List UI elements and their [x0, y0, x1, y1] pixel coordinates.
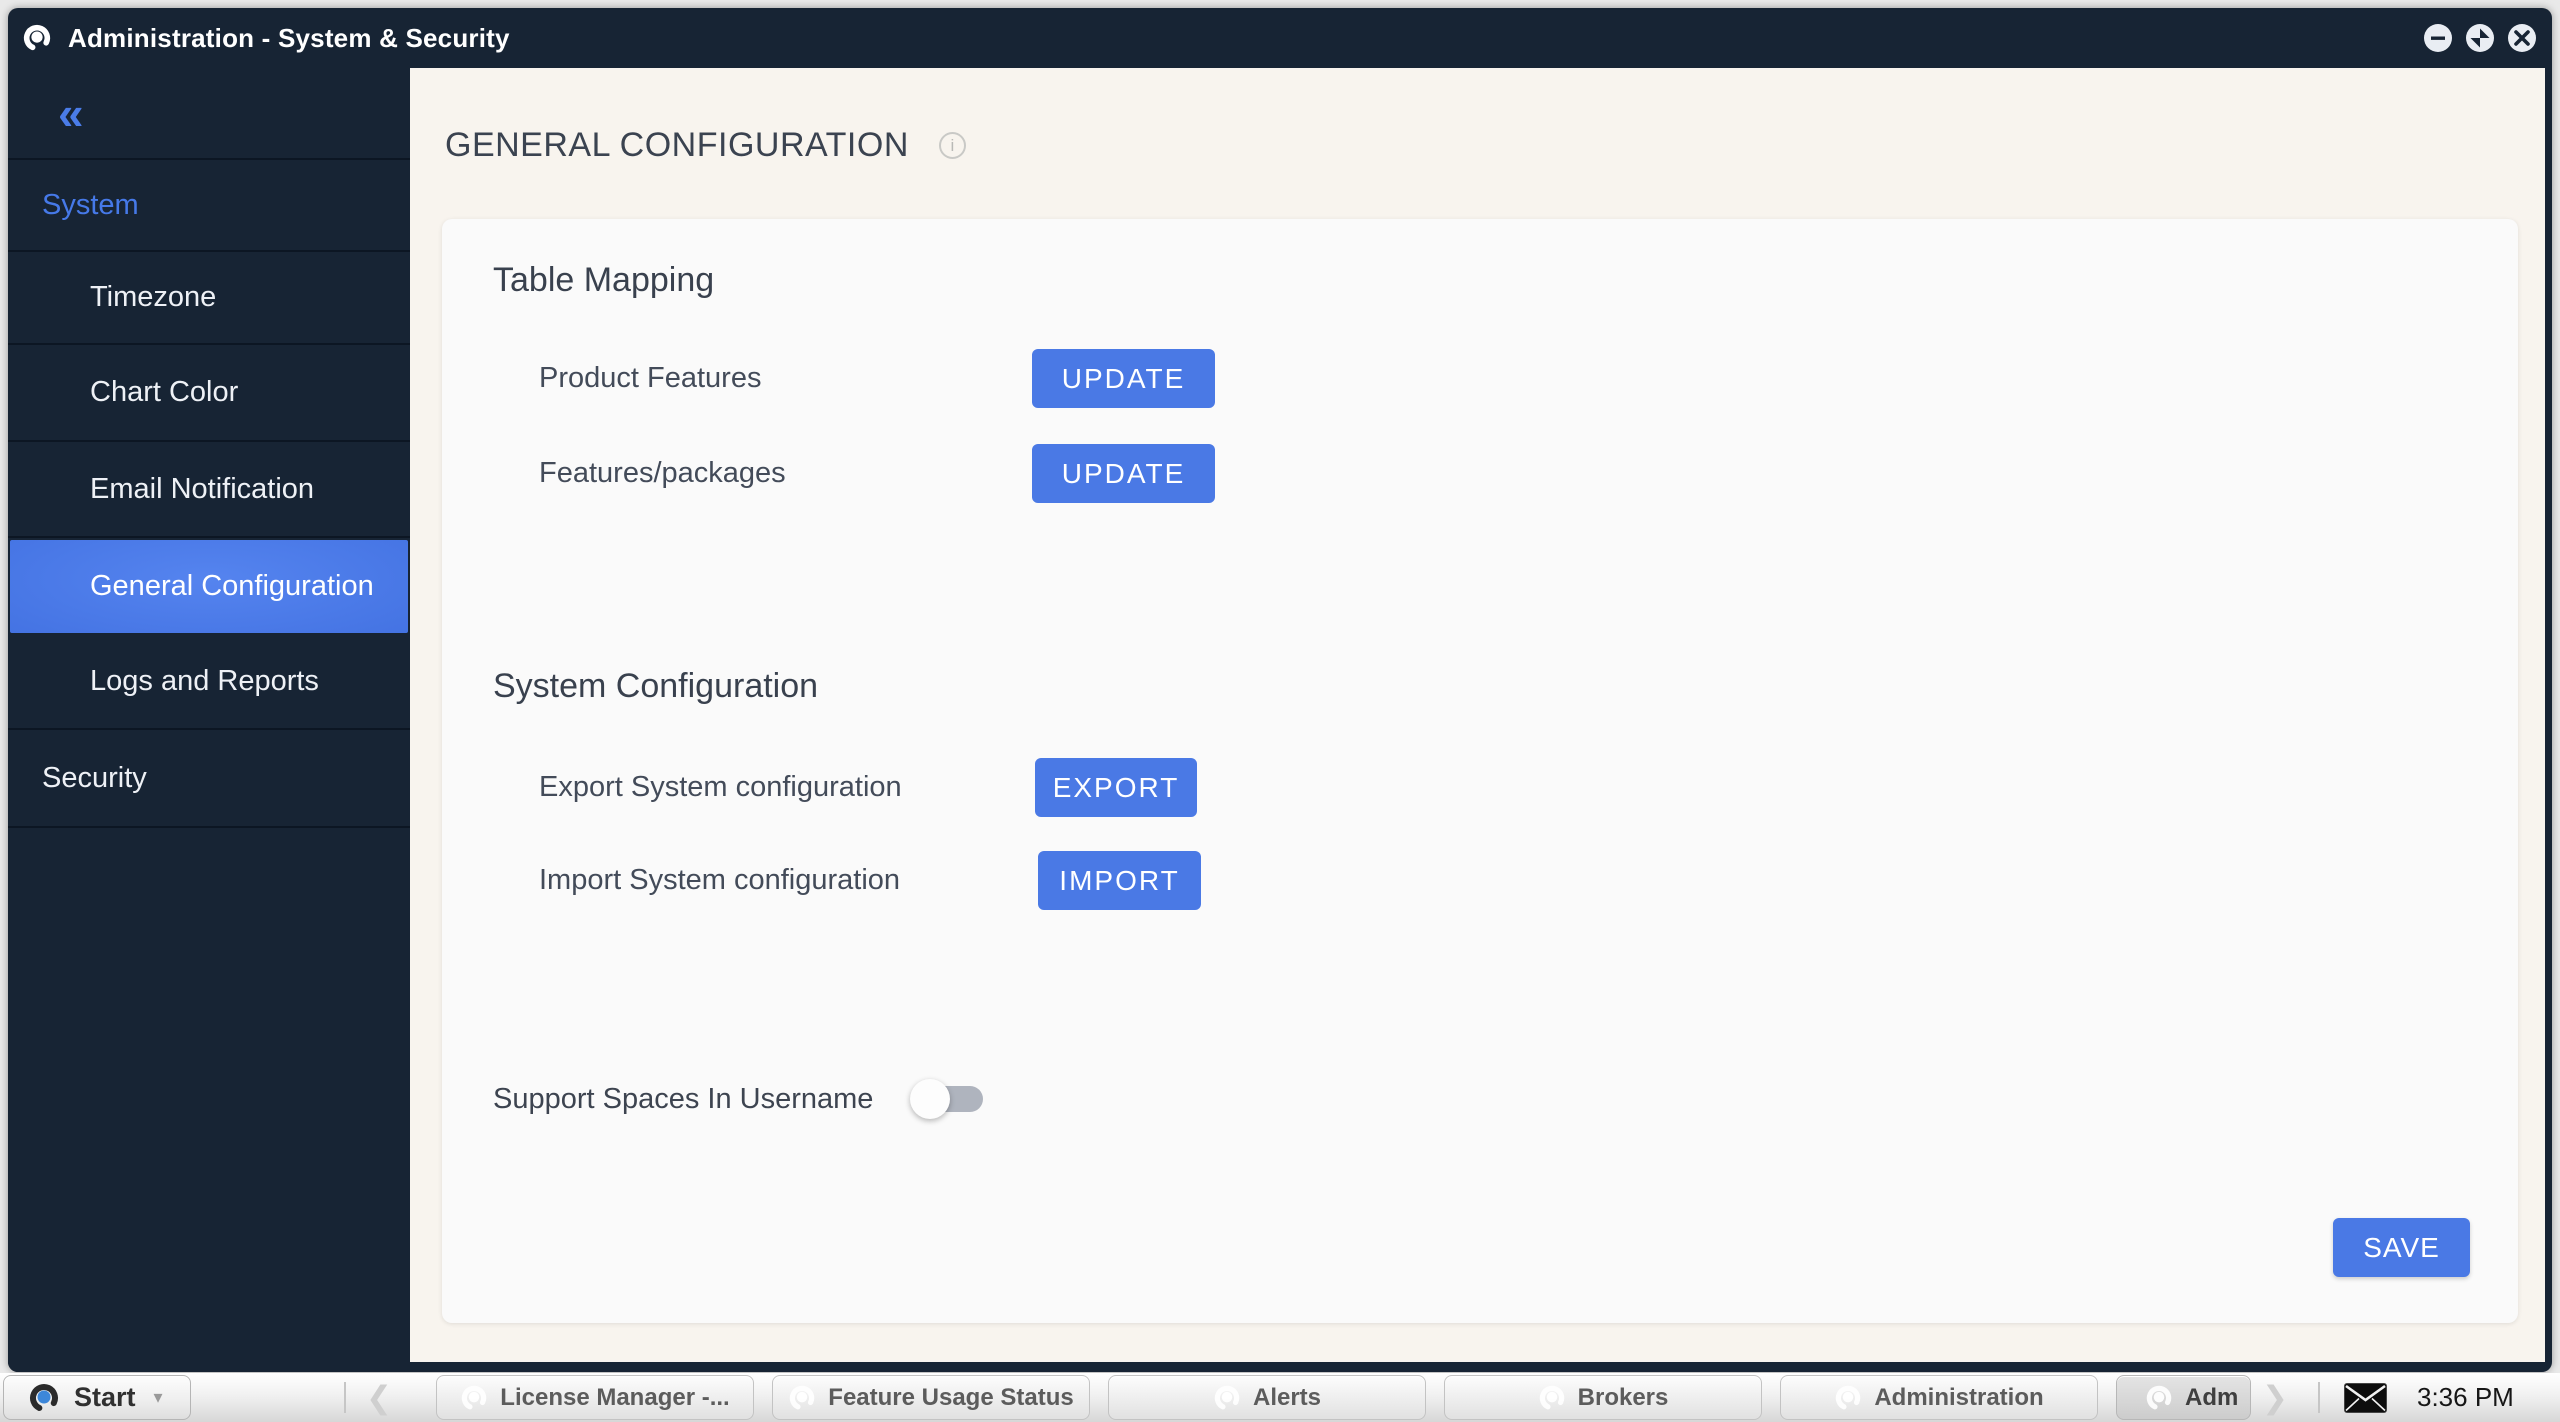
import-system-configuration-button[interactable]: IMPORT [1038, 851, 1201, 910]
taskbar-clock: 3:36 PM [2417, 1373, 2514, 1422]
page-title: GENERAL CONFIGURATION [445, 126, 909, 165]
app-logo-icon [1834, 1384, 1862, 1412]
close-button[interactable] [2508, 24, 2536, 52]
setting-label: Export System configuration [539, 771, 902, 804]
window-titlebar: Administration - System & Security [8, 8, 2552, 68]
export-system-configuration-button[interactable]: EXPORT [1035, 758, 1197, 817]
sidebar-item-general-configuration[interactable]: General Configuration [10, 540, 408, 633]
task-button-strip: License Manager -... Feature Usage Statu… [436, 1375, 2251, 1420]
mail-icon[interactable] [2344, 1383, 2387, 1413]
app-logo-icon [1213, 1384, 1241, 1412]
taskbar-item-feature-usage-status[interactable]: Feature Usage Status [772, 1375, 1090, 1420]
sidebar-item-security[interactable]: Security [8, 730, 410, 828]
window-controls [2424, 8, 2536, 68]
sidebar-collapse-row: « [8, 68, 410, 160]
start-button[interactable]: Start [3, 1375, 191, 1420]
setting-row: Import System configuration IMPORT [442, 851, 2518, 910]
setting-row: Product Features UPDATE [442, 349, 2518, 408]
sidebar-item-chart-color[interactable]: Chart Color [8, 345, 410, 442]
taskbar-item-label: Alerts [1253, 1384, 1321, 1412]
start-logo-icon [28, 1382, 60, 1414]
app-logo-icon [788, 1384, 816, 1412]
info-icon[interactable] [939, 132, 966, 159]
taskbar-item-administration-active[interactable]: Adm [2116, 1375, 2251, 1420]
taskbar-item-label: Adm [2185, 1384, 2238, 1412]
minimize-button[interactable] [2424, 24, 2452, 52]
taskbar-item-brokers[interactable]: Brokers [1444, 1375, 1762, 1420]
app-logo-icon [460, 1384, 488, 1412]
settings-card: Table Mapping Product Features UPDATE Fe… [442, 219, 2518, 1323]
maximize-icon [2466, 24, 2494, 52]
taskbar-item-label: Administration [1874, 1384, 2043, 1412]
sidebar: « System Timezone Chart Color Email Noti… [8, 68, 410, 1372]
window-title: Administration - System & Security [68, 23, 510, 54]
sidebar-item-label: Chart Color [90, 376, 238, 409]
save-button[interactable]: SAVE [2333, 1218, 2470, 1277]
app-logo-icon [1538, 1384, 1566, 1412]
taskbar-item-administration[interactable]: Administration [1780, 1375, 2098, 1420]
taskbar-item-label: Brokers [1578, 1384, 1669, 1412]
sidebar-item-logs-and-reports[interactable]: Logs and Reports [8, 635, 410, 730]
maximize-button[interactable] [2466, 24, 2494, 52]
section-heading-system-configuration: System Configuration [493, 667, 818, 706]
toggle-label: Support Spaces In Username [493, 1083, 873, 1116]
main-content: GENERAL CONFIGURATION Table Mapping Prod… [410, 68, 2545, 1362]
sidebar-collapse-button[interactable]: « [58, 90, 84, 136]
start-caret-icon [154, 1387, 163, 1408]
taskbar-item-label: License Manager -... [500, 1384, 729, 1412]
taskbar-separator [2318, 1382, 2320, 1413]
sidebar-item-label: General Configuration [90, 570, 374, 603]
setting-row: Export System configuration EXPORT [442, 758, 2518, 817]
sidebar-item-general-configuration-row: General Configuration [8, 538, 410, 635]
taskbar-item-label: Feature Usage Status [828, 1384, 1073, 1412]
close-icon [2508, 24, 2536, 52]
toggle-row: Support Spaces In Username [442, 1077, 2518, 1121]
setting-row: Features/packages UPDATE [442, 444, 2518, 503]
sidebar-item-system[interactable]: System [8, 160, 410, 252]
app-logo-icon [2145, 1384, 2173, 1412]
setting-label: Import System configuration [539, 864, 900, 897]
support-spaces-toggle[interactable] [910, 1077, 988, 1121]
sidebar-item-label: Logs and Reports [90, 665, 319, 698]
setting-label: Product Features [539, 362, 761, 395]
sidebar-item-label: Email Notification [90, 473, 314, 506]
minimize-icon [2424, 24, 2452, 52]
update-product-features-button[interactable]: UPDATE [1032, 349, 1215, 408]
sidebar-item-timezone[interactable]: Timezone [8, 252, 410, 345]
start-label: Start [74, 1382, 136, 1413]
sidebar-item-label: Timezone [90, 281, 216, 314]
app-logo-icon [22, 23, 52, 53]
taskbar-separator [344, 1382, 346, 1413]
app-window: Administration - System & Security [8, 8, 2552, 1372]
sidebar-item-label: Security [42, 762, 147, 795]
setting-label: Features/packages [539, 457, 786, 490]
scroll-left-icon[interactable] [366, 1380, 392, 1416]
update-features-packages-button[interactable]: UPDATE [1032, 444, 1215, 503]
page-header: GENERAL CONFIGURATION [445, 126, 966, 165]
sidebar-item-email-notification[interactable]: Email Notification [8, 442, 410, 538]
toggle-knob [910, 1079, 950, 1119]
taskbar: Start License Manager -... Feature Usage… [0, 1373, 2560, 1422]
desktop: Administration - System & Security [0, 0, 2560, 1422]
sidebar-item-label: System [42, 189, 139, 222]
scroll-right-icon[interactable] [2262, 1380, 2288, 1416]
taskbar-item-license-manager[interactable]: License Manager -... [436, 1375, 754, 1420]
taskbar-item-alerts[interactable]: Alerts [1108, 1375, 1426, 1420]
section-heading-table-mapping: Table Mapping [493, 261, 714, 300]
